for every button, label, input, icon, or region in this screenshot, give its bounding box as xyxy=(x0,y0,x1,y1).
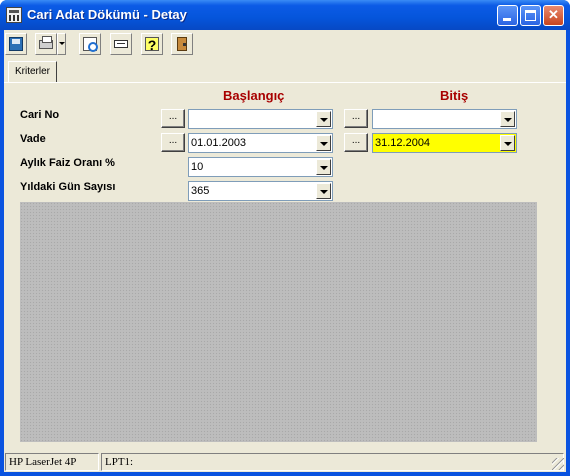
port-status: LPT1: xyxy=(101,453,564,471)
tab-strip: Kriterler xyxy=(4,61,566,83)
chevron-down-icon[interactable] xyxy=(316,135,331,151)
cari-no-start-combo[interactable] xyxy=(188,109,333,129)
print-dropdown-button[interactable] xyxy=(57,33,66,55)
help-button[interactable]: ? xyxy=(141,33,163,55)
chevron-down-icon[interactable] xyxy=(316,159,331,175)
tab-kriterler[interactable]: Kriterler xyxy=(8,61,58,83)
minimize-icon xyxy=(503,18,511,21)
chevron-down-icon[interactable] xyxy=(316,111,331,127)
gun-label: Yıldaki Gün Sayısı xyxy=(20,181,116,193)
print-button[interactable] xyxy=(35,33,57,55)
faiz-value: 10 xyxy=(191,161,204,173)
cari-no-start-browse-button[interactable]: ... xyxy=(161,109,185,128)
maximize-button[interactable] xyxy=(520,5,541,26)
printer-setup-icon xyxy=(114,40,128,48)
faiz-combo[interactable]: 10 xyxy=(188,157,333,177)
maximize-icon xyxy=(525,10,536,21)
toolbar: ? xyxy=(4,30,566,56)
chevron-down-icon[interactable] xyxy=(500,135,515,151)
results-panel xyxy=(20,202,537,442)
exit-button[interactable] xyxy=(171,33,193,55)
gun-combo[interactable]: 365 xyxy=(188,181,333,201)
exit-icon xyxy=(177,37,187,51)
save-button[interactable] xyxy=(5,33,27,55)
vade-label: Vade xyxy=(20,133,46,145)
vade-start-combo[interactable]: 01.01.2003 xyxy=(188,133,333,153)
vade-end-browse-button[interactable]: ... xyxy=(344,133,368,152)
close-button[interactable]: ✕ xyxy=(543,5,564,26)
print-icon xyxy=(39,36,53,49)
close-icon: ✕ xyxy=(548,7,559,22)
resize-grip-icon[interactable] xyxy=(552,458,564,470)
printer-setup-button[interactable] xyxy=(110,33,132,55)
chevron-down-icon[interactable] xyxy=(316,183,331,199)
end-header: Bitiş xyxy=(440,88,469,103)
faiz-label: Aylık Faiz Oranı % xyxy=(20,157,115,169)
save-icon xyxy=(9,37,23,51)
print-preview-button[interactable] xyxy=(79,33,101,55)
cari-no-end-browse-button[interactable]: ... xyxy=(344,109,368,128)
help-icon: ? xyxy=(145,37,159,52)
client-area: ? Kriterler Başlangıç Bitiş Cari No ... … xyxy=(4,30,566,472)
tab-divider xyxy=(4,82,566,83)
title-bar[interactable]: Cari Adat Dökümü - Detay ✕ xyxy=(0,0,570,30)
window-title: Cari Adat Dökümü - Detay xyxy=(27,7,187,22)
start-header: Başlangıç xyxy=(223,88,285,103)
app-window: Cari Adat Dökümü - Detay ✕ ? Kriterler B… xyxy=(0,0,570,476)
printer-status: HP LaserJet 4P xyxy=(5,453,99,471)
print-preview-icon xyxy=(83,37,98,52)
vade-start-browse-button[interactable]: ... xyxy=(161,133,185,152)
cari-no-label: Cari No xyxy=(20,109,60,121)
cari-no-end-combo[interactable] xyxy=(372,109,517,129)
vade-start-value: 01.01.2003 xyxy=(191,137,247,149)
chevron-down-icon[interactable] xyxy=(500,111,515,127)
vade-end-value: 31.12.2004 xyxy=(375,137,431,149)
minimize-button[interactable] xyxy=(497,5,518,26)
vade-end-combo[interactable]: 31.12.2004 xyxy=(372,133,517,153)
gun-value: 365 xyxy=(191,185,210,197)
calculator-icon xyxy=(6,7,22,23)
status-bar: HP LaserJet 4P LPT1: xyxy=(4,451,566,472)
